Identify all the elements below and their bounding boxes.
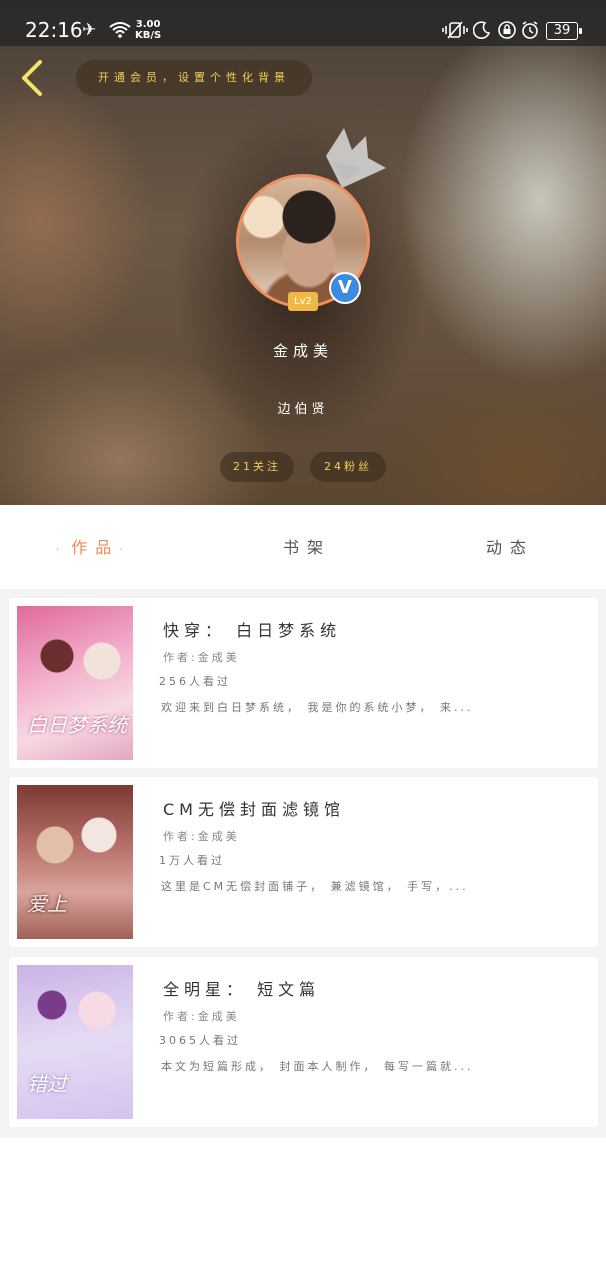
book-cover-title: 白日梦系统 [27, 713, 127, 737]
alarm-icon [522, 21, 538, 39]
book-author: 作者:金成美 [163, 830, 240, 843]
profile-header: 22:16 ✈ 3.00 KB/S 39 开通会员，设置个性化背景 Lv2 V … [0, 0, 606, 505]
battery-icon: 39 [546, 22, 582, 40]
works-list: 白日梦系统 快穿： 白日梦系统 作者:金成美 256人看过 欢迎来到白日梦系统，… [0, 598, 606, 1138]
vibrate-icon [442, 21, 468, 39]
moon-icon [473, 21, 491, 39]
tab-works[interactable]: ·作品· [56, 537, 130, 562]
airplane-icon: ✈ [82, 20, 97, 40]
book-description: 本文为短篇形成， 封面本人制作， 每写一篇就... [161, 1060, 474, 1073]
tab-works-dot-left: · [56, 545, 72, 556]
status-time: 22:16 [25, 18, 83, 42]
tab-works-label: 作品 [71, 538, 120, 557]
book-author: 作者:金成美 [163, 651, 240, 664]
list-item[interactable]: 白日梦系统 快穿： 白日梦系统 作者:金成美 256人看过 欢迎来到白日梦系统，… [9, 598, 598, 768]
book-description: 这里是CM无偿封面铺子， 兼滤镜馆， 手写，... [161, 880, 469, 893]
network-speed-unit: KB/S [135, 30, 162, 41]
book-views: 256人看过 [159, 675, 231, 688]
book-views: 1万人看过 [159, 854, 225, 867]
book-cover: 爱上 [17, 785, 133, 939]
book-cover-title: 错过 [27, 1072, 67, 1096]
wifi-icon [109, 22, 131, 38]
tab-bookshelf[interactable]: 书架 [283, 537, 331, 559]
verified-icon: V [329, 272, 361, 304]
book-author: 作者:金成美 [163, 1010, 240, 1023]
book-cover: 白日梦系统 [17, 606, 133, 760]
book-title: 全明星： 短文篇 [163, 980, 321, 999]
following-count-button[interactable]: 21关注 [220, 452, 294, 482]
profile-tabs: ·作品· 书架 动态 [0, 505, 606, 589]
vip-custom-background-button[interactable]: 开通会员，设置个性化背景 [76, 60, 312, 96]
status-bar: 22:16 ✈ 3.00 KB/S 39 [0, 0, 606, 46]
network-speed: 3.00 KB/S [135, 19, 161, 41]
tabs-divider [0, 589, 606, 598]
list-item[interactable]: 错过 全明星： 短文篇 作者:金成美 3065人看过 本文为短篇形成， 封面本人… [9, 957, 598, 1127]
tab-activity[interactable]: 动态 [486, 537, 534, 559]
book-title: 快穿： 白日梦系统 [163, 621, 342, 640]
book-cover: 错过 [17, 965, 133, 1119]
lock-icon [498, 21, 516, 39]
book-title: CM无偿封面滤镜馆 [163, 800, 345, 819]
list-item[interactable]: 爱上 CM无偿封面滤镜馆 作者:金成美 1万人看过 这里是CM无偿封面铺子， 兼… [9, 777, 598, 947]
book-views: 3065人看过 [159, 1034, 241, 1047]
level-badge: Lv2 [288, 292, 318, 311]
username: 金成美 [272, 342, 333, 360]
book-description: 欢迎来到白日梦系统， 我是你的系统小梦， 来... [161, 701, 474, 714]
book-cover-title: 爱上 [27, 892, 67, 916]
tab-works-dot-right: · [119, 545, 131, 556]
user-signature: 边伯贤 [277, 402, 329, 417]
fans-count-button[interactable]: 24粉丝 [310, 452, 386, 482]
back-arrow-icon[interactable] [18, 58, 48, 98]
network-speed-value: 3.00 [135, 19, 161, 30]
